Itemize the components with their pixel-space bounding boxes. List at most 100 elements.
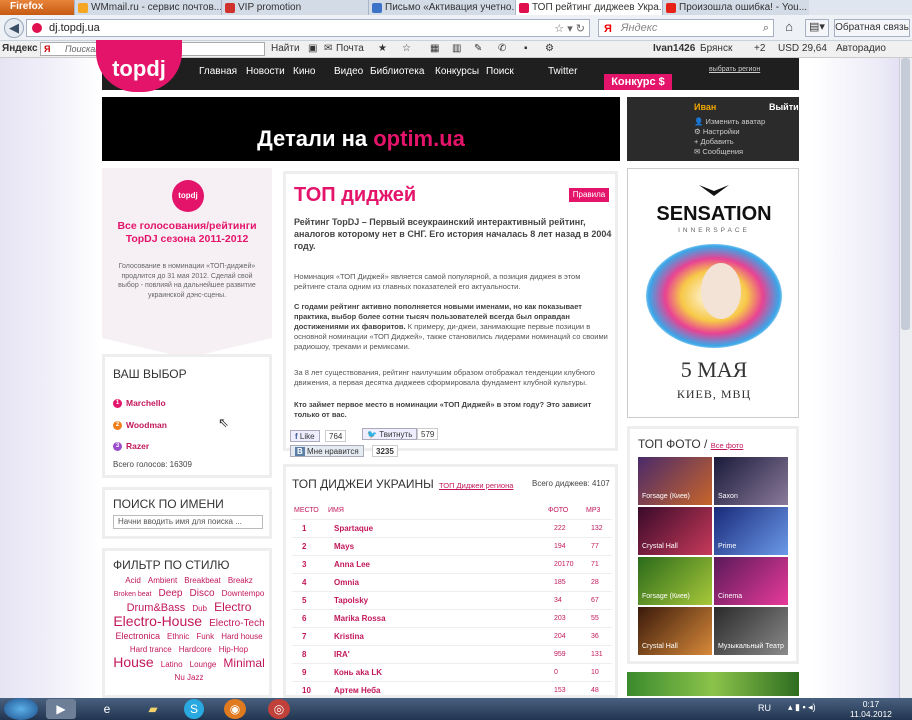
style-tag[interactable]: Breakz (228, 576, 253, 585)
ad-banner-bottom[interactable] (627, 672, 799, 696)
feedback-button[interactable]: Обратная связь (834, 19, 910, 37)
dj-name-link[interactable]: Артем Неба (334, 686, 380, 695)
user-link[interactable]: 👤 Изменить аватар (694, 117, 765, 126)
table-row[interactable]: 8 IRA' 959 131 (292, 645, 612, 663)
table-row[interactable]: 1 Spartaque 222 132 (292, 519, 612, 537)
start-button[interactable] (4, 698, 38, 720)
find-button[interactable]: Найти (271, 41, 300, 57)
nav-link[interactable]: Конкурсы (435, 66, 479, 77)
style-tag[interactable]: Electro-Tech (209, 618, 265, 629)
tray-icons[interactable]: ▴ ▮ ▪ ◂) (788, 702, 816, 713)
choice-name[interactable]: Razer (126, 441, 149, 451)
dj-name-link[interactable]: Marika Rossa (334, 614, 386, 623)
region-link[interactable]: выбрать регион (709, 66, 760, 73)
user-link[interactable]: ✉ Сообщения (694, 147, 743, 156)
folder-icon[interactable]: ▰ (138, 699, 168, 719)
style-tag[interactable]: Hip-Hop (219, 645, 248, 654)
scrollbar-thumb[interactable] (901, 58, 910, 330)
voting-promo[interactable]: topdj Все голосования/рейтинги TopDJ сез… (102, 168, 272, 358)
photo-thumbnail[interactable]: Cinema (714, 557, 788, 605)
nav-link[interactable]: Главная (199, 66, 237, 77)
screen-icon[interactable]: ▥ (452, 41, 461, 57)
nav-link[interactable]: Видео (334, 66, 363, 77)
dj-name-link[interactable]: Omnia (334, 578, 359, 587)
url-bar[interactable]: dj.topdj.ua ☆ ▾ ↻ (26, 19, 590, 37)
style-tag[interactable]: House (113, 654, 153, 670)
table-row[interactable]: 7 Kristina 204 36 (292, 627, 612, 645)
bookmarks-icon[interactable]: ▤▾ (805, 19, 829, 37)
nav-link[interactable]: Поиск (486, 66, 514, 77)
currency[interactable]: USD 29,64 (778, 41, 827, 57)
region-rating-link[interactable]: ТОП Диджеи региона (439, 481, 513, 490)
vk-like-button[interactable]: B Мне нравится (290, 445, 364, 457)
search-input[interactable]: Я Яндекс ⌕ (598, 19, 774, 37)
mail-icon[interactable]: ✉ (324, 41, 332, 57)
choice-item[interactable]: 2 Woodman (113, 420, 167, 430)
yandex-menu[interactable]: Яндекс (2, 41, 38, 57)
app-icon[interactable]: ▪ (524, 41, 528, 57)
photo-thumbnail[interactable]: Музыкальный Театр (714, 607, 788, 655)
style-tag[interactable]: Downtempo (222, 589, 265, 598)
back-icon[interactable]: ◀ (4, 18, 24, 38)
dj-name-link[interactable]: Kristina (334, 632, 364, 641)
ie-icon[interactable]: e (92, 699, 122, 719)
dj-name-link[interactable]: Spartaque (334, 524, 373, 533)
weather[interactable]: +2 (754, 41, 765, 57)
app-icon[interactable]: ◎ (268, 699, 290, 719)
sensation-ad[interactable]: SENSATION INNERSPACE 5 МАЯ КИЕВ, МВЦ (627, 168, 799, 418)
style-tag[interactable]: Broken beat (114, 591, 152, 598)
home-icon[interactable]: ⌂ (779, 19, 799, 37)
table-row[interactable]: 2 Mays 194 77 (292, 537, 612, 555)
toolbar-icon[interactable]: ▣ (308, 41, 317, 57)
search-icon[interactable]: ⌕ (763, 20, 769, 36)
tools-icon[interactable]: ✎ (474, 41, 482, 57)
user-link[interactable]: + Добавить (694, 137, 734, 146)
photo-thumbnail[interactable]: Saxon (714, 457, 788, 505)
browser-tab[interactable]: Произошла ошибка! - You... (662, 0, 809, 15)
media-player-icon[interactable]: ▶ (46, 699, 76, 719)
style-tag[interactable]: Deep (159, 588, 183, 599)
style-tag[interactable]: Lounge (190, 660, 217, 669)
facebook-like-button[interactable]: f Like (290, 430, 320, 442)
chat-icon[interactable]: ✆ (498, 41, 506, 57)
browser-tab[interactable]: Письмо «Активация учетно... (368, 0, 515, 15)
gear-icon[interactable]: ⚙ (545, 41, 554, 57)
style-tag[interactable]: Ambient (148, 576, 177, 585)
style-tag[interactable]: Ethnic (167, 632, 189, 641)
style-tag[interactable]: Minimal (223, 656, 264, 670)
photo-thumbnail[interactable]: Crystal Hall (638, 507, 712, 555)
style-tag[interactable]: Electro-House (113, 613, 202, 629)
mail-button[interactable]: Почта (336, 41, 364, 57)
style-tag[interactable]: Acid (125, 576, 141, 585)
choice-name[interactable]: Marchello (126, 398, 166, 408)
all-photos-link[interactable]: Все фото (711, 441, 744, 450)
radio[interactable]: Авторадио (836, 41, 886, 57)
style-tag[interactable]: Hard house (221, 632, 262, 641)
browser-tab-active[interactable]: ТОП рейтинг диджеев Укра... (515, 0, 662, 15)
logout-link[interactable]: Выйти (769, 102, 799, 112)
style-tag[interactable]: Hard trance (130, 645, 172, 654)
dj-name-link[interactable]: Mays (334, 542, 354, 551)
choice-name[interactable]: Woodman (126, 420, 167, 430)
nav-link[interactable]: Кино (293, 66, 316, 77)
translate-icon[interactable]: ▦ (430, 41, 439, 57)
user-link[interactable]: ⚙ Настройки (694, 127, 740, 136)
dj-name-link[interactable]: Конь aka LK (334, 668, 382, 677)
browser-tab[interactable]: VIP promotion (221, 0, 368, 15)
firefox-menu-button[interactable]: Firefox (0, 0, 74, 15)
dj-name-link[interactable]: IRA' (334, 650, 350, 659)
contest-button[interactable]: Конкурс $ (604, 74, 672, 90)
language-indicator[interactable]: RU (758, 703, 771, 713)
table-row[interactable]: 9 Конь aka LK 0 10 (292, 663, 612, 681)
photo-thumbnail[interactable]: Crystal Hall (638, 607, 712, 655)
browser-tab[interactable]: WMmail.ru - сервис почтов... (74, 0, 221, 15)
username[interactable]: Ivan1426 (653, 41, 695, 57)
table-row[interactable]: 4 Omnia 185 28 (292, 573, 612, 591)
style-tag[interactable]: Disco (190, 588, 215, 599)
nav-link[interactable]: Twitter (548, 66, 577, 77)
table-row[interactable]: 10 Артем Неба 153 48 (292, 681, 612, 699)
col-name[interactable]: ИМЯ (328, 507, 344, 514)
reload-icon[interactable]: ☆ ▾ ↻ (554, 21, 585, 37)
firefox-icon[interactable]: ◉ (224, 699, 246, 719)
rules-button[interactable]: Правила (569, 188, 609, 202)
